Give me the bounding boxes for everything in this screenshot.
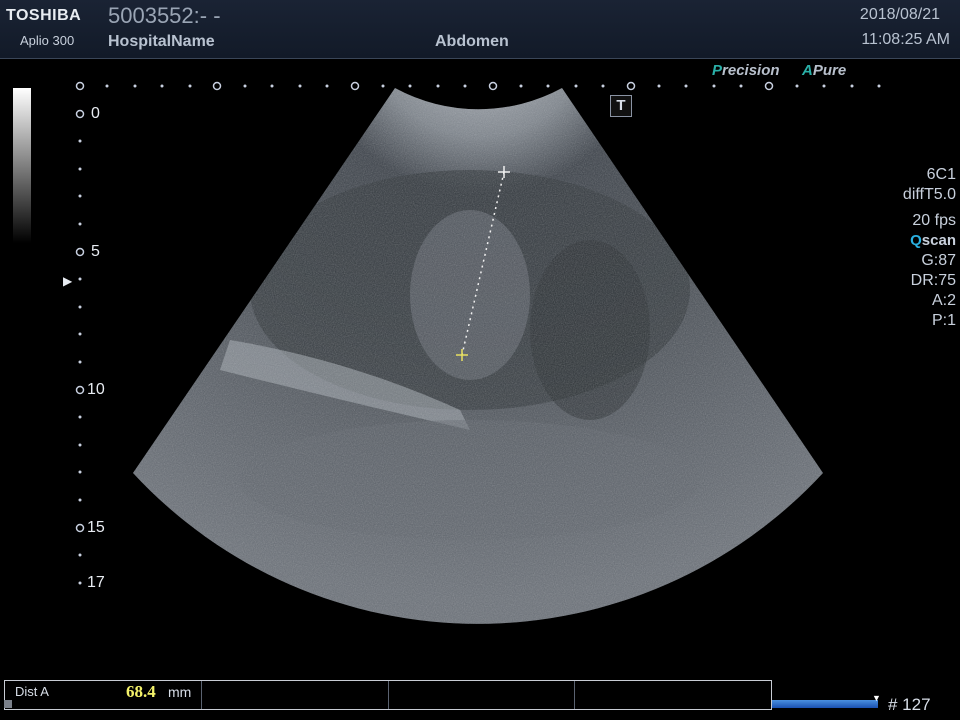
depth-scale-major-ticks bbox=[75, 109, 85, 533]
depth-label-5: 5 bbox=[91, 243, 100, 260]
qscan-rest: scan bbox=[921, 232, 956, 249]
depth-label-0: 0 bbox=[91, 105, 100, 122]
top-scale-ruler bbox=[75, 81, 774, 91]
depth-label-15: 15 bbox=[87, 519, 105, 536]
depth-label-10: 10 bbox=[87, 381, 105, 398]
top-scale-dots bbox=[105, 84, 881, 88]
depth-label-17: 17 bbox=[87, 574, 105, 591]
dynamic-range-value: DR:75 bbox=[910, 272, 956, 289]
measurement-cell-empty bbox=[389, 681, 576, 709]
measurement-unit: mm bbox=[168, 684, 192, 700]
a-value: A:2 bbox=[931, 292, 956, 309]
measurement-cell-dist-a[interactable]: Dist A 68.4 mm bbox=[5, 681, 202, 709]
qscan-label: Qscan bbox=[903, 231, 956, 251]
gain-value: G:87 bbox=[921, 252, 956, 269]
measurement-label: Dist A bbox=[15, 684, 49, 699]
frame-number: # 127 bbox=[888, 695, 931, 714]
corner-indicator bbox=[4, 700, 12, 708]
cine-progress-bar[interactable] bbox=[772, 700, 878, 708]
measurement-cell-empty bbox=[202, 681, 389, 709]
measurement-value: 68.4 bbox=[126, 682, 156, 701]
probe-name: 6C1 bbox=[926, 166, 956, 183]
imaging-mode: diffT5.0 bbox=[902, 186, 956, 203]
measurement-panel: Dist A 68.4 mm bbox=[4, 680, 772, 710]
cine-position-marker-icon[interactable]: ▼ bbox=[872, 693, 881, 703]
qscan-q: Q bbox=[910, 232, 922, 249]
measurement-cell-empty bbox=[575, 681, 771, 709]
depth-scale-minor-ticks bbox=[78, 139, 82, 585]
p-value: P:1 bbox=[931, 312, 956, 329]
imaging-params: 6C1 diffT5.0 20 fps Qscan G:87 DR:75 A:2… bbox=[903, 165, 956, 331]
focus-marker-icon: ▶ bbox=[63, 274, 73, 288]
frame-rate: 20 fps bbox=[912, 212, 956, 229]
ultrasound-image bbox=[75, 81, 881, 624]
t-marker-icon[interactable]: T bbox=[610, 95, 632, 117]
sector-area bbox=[133, 88, 823, 624]
